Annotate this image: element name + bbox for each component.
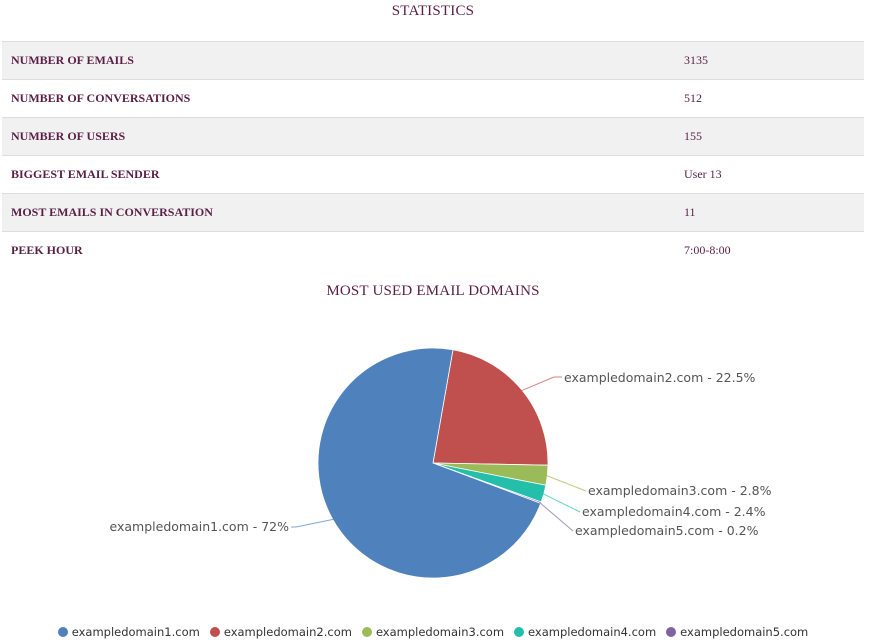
table-row: NUMBER OF CONVERSATIONS 512: [2, 79, 864, 118]
legend-swatch: [666, 627, 677, 637]
legend-label: exampledomain3.com: [375, 625, 505, 639]
stat-value: 7:00-8:00: [675, 231, 864, 269]
chart-title: MOST USED EMAIL DOMAINS: [326, 283, 540, 299]
table-row: NUMBER OF EMAILS 3135: [2, 41, 864, 80]
stat-label: NUMBER OF EMAILS: [2, 41, 675, 80]
legend-swatch: [209, 627, 220, 637]
stat-label: NUMBER OF USERS: [2, 117, 675, 156]
legend-label: exampledomain4.com: [528, 625, 657, 639]
slice-label-exampledomain5.com: exampledomain5.com - 0.2%: [575, 523, 759, 538]
stat-label: MOST EMAILS IN CONVERSATION: [2, 193, 675, 232]
slice-label-exampledomain1.com: exampledomain1.com - 72%: [110, 519, 290, 534]
legend-swatch: [361, 627, 372, 637]
slice-label-exampledomain4.com: exampledomain4.com - 2.4%: [582, 504, 766, 519]
table-row: BIGGEST EMAIL SENDER User 13: [2, 155, 864, 194]
pie-slices: [317, 347, 549, 579]
legend-item[interactable]: exampledomain2.com: [209, 625, 352, 639]
legend-item[interactable]: exampledomain4.com: [514, 625, 656, 639]
leader-line-exampledomain3.com: [545, 474, 587, 492]
stat-value: 3135: [675, 41, 864, 80]
chart-legend: exampledomain1.com exampledomain2.com exam…: [0, 625, 866, 639]
table-row: NUMBER OF USERS 155: [2, 117, 864, 156]
stat-value: 155: [675, 117, 864, 156]
stat-value: User 13: [675, 155, 864, 194]
leader-line-exampledomain2.com: [520, 376, 562, 392]
legend-swatch: [514, 627, 525, 637]
legend-swatch: [57, 627, 68, 637]
legend-item[interactable]: exampledomain5.com: [666, 625, 808, 639]
pie-chart: exampledomain2.com - 22.5% exampledomain3…: [110, 347, 772, 579]
table-row: PEEK HOUR 7:00-8:00: [2, 231, 864, 269]
statistics-title: STATISTICS: [391, 3, 475, 19]
table-row: MOST EMAILS IN CONVERSATION 11: [2, 193, 864, 232]
stat-value: 512: [675, 79, 864, 118]
legend-item[interactable]: exampledomain3.com: [361, 625, 505, 639]
stat-label: PEEK HOUR: [2, 231, 675, 269]
leader-line-exampledomain1.com: [291, 518, 336, 528]
statistics-table: NUMBER OF EMAILS 3135 NUMBER OF CONVERSA…: [2, 41, 864, 269]
stat-label: NUMBER OF CONVERSATIONS: [2, 79, 675, 118]
legend-item[interactable]: exampledomain1.com: [57, 625, 200, 639]
stat-value: 11: [675, 193, 864, 232]
legend-label: exampledomain2.com: [223, 625, 352, 639]
slice-label-exampledomain2.com: exampledomain2.com - 22.5%: [564, 370, 756, 385]
legend-label: exampledomain5.com: [680, 625, 809, 639]
slice-label-exampledomain3.com: exampledomain3.com - 2.8%: [588, 483, 772, 498]
legend-label: exampledomain1.com: [71, 625, 200, 639]
stat-label: BIGGEST EMAIL SENDER: [2, 155, 675, 194]
